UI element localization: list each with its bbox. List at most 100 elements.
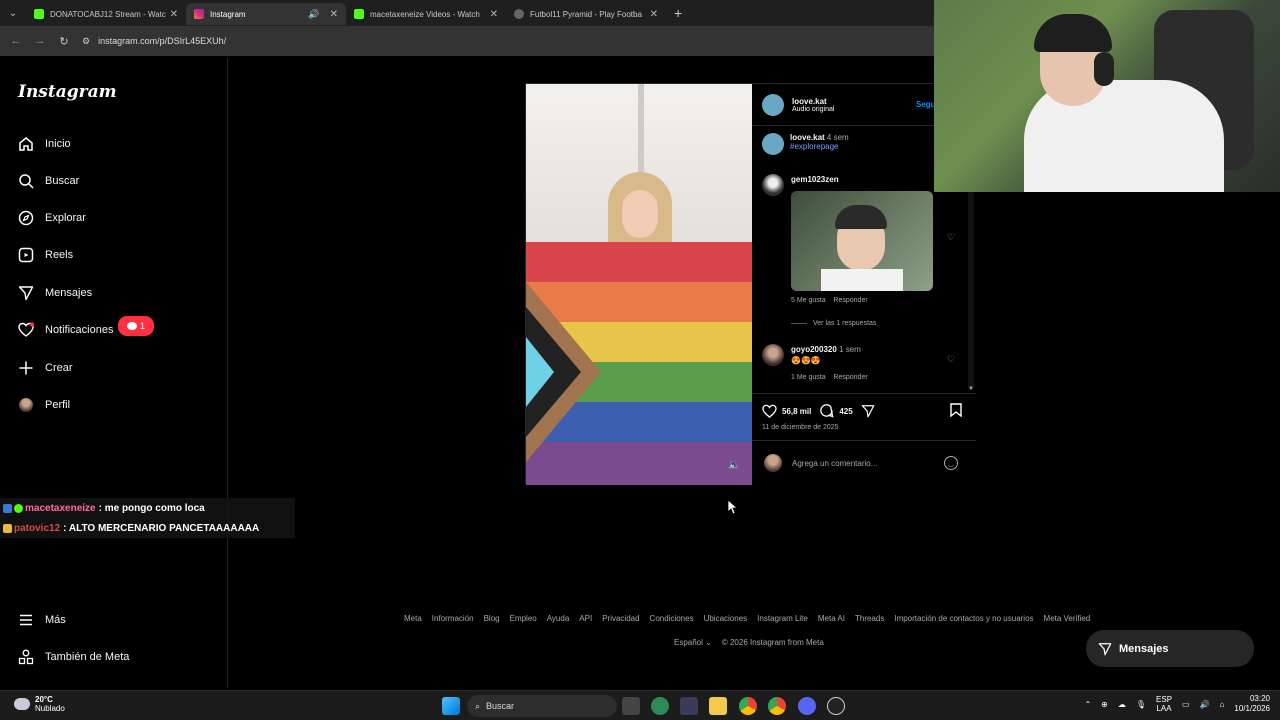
battery-icon[interactable]: ⌂	[1220, 700, 1225, 709]
network-icon[interactable]: ▭	[1182, 700, 1190, 709]
footer-link[interactable]: Ubicaciones	[704, 614, 748, 623]
tray-app-icon[interactable]: ⊕	[1101, 700, 1108, 709]
notification-badge[interactable]: 1	[118, 316, 154, 336]
commenter-avatar[interactable]	[762, 344, 784, 366]
scroll-down-icon[interactable]: ▼	[968, 386, 974, 392]
chevron-up-icon[interactable]: ⌃	[1084, 700, 1091, 709]
share-icon[interactable]	[861, 404, 875, 420]
close-icon[interactable]: ✕	[170, 9, 178, 20]
footer-link[interactable]: Importación de contactos y no usuarios	[894, 614, 1033, 623]
close-icon[interactable]: ✕	[330, 9, 338, 20]
nav-create[interactable]: Crear	[18, 357, 73, 379]
nav-explore[interactable]: Explorar	[18, 207, 86, 229]
comment-like-heart-icon[interactable]: ♡	[947, 354, 955, 365]
reply-button[interactable]: Responder	[833, 374, 867, 381]
weather-widget[interactable]: 20°C Nublado	[14, 695, 65, 713]
onedrive-icon[interactable]: ☁	[1118, 700, 1126, 709]
footer-link[interactable]: Información	[432, 614, 474, 623]
nav-notifications[interactable]: Notificaciones	[18, 319, 113, 341]
taskbar-search[interactable]: ⌕ Buscar	[467, 695, 617, 717]
audio-label[interactable]: Audio original	[792, 106, 834, 113]
comment-count[interactable]: 425	[839, 407, 852, 416]
footer-link[interactable]: Meta	[404, 614, 422, 623]
reply-button[interactable]: Responder	[833, 297, 867, 304]
speaker-icon[interactable]: 🔊	[308, 9, 319, 20]
volume-icon[interactable]: 🔊	[1200, 700, 1210, 709]
url-field[interactable]: ⚙ instagram.com/p/DSIrL45EXUh/	[82, 36, 226, 47]
post-video[interactable]: 🔈	[526, 84, 752, 485]
nav-messages[interactable]: Mensajes	[18, 282, 92, 304]
nav-search[interactable]: Buscar	[18, 170, 79, 192]
author-avatar[interactable]	[762, 133, 784, 155]
lang-layout: LAA	[1156, 704, 1172, 713]
tab-3[interactable]: Futbol11 Pyramid - Play Footba ✕	[506, 3, 666, 25]
author-name[interactable]: loove.kat	[792, 97, 834, 106]
calculator-icon[interactable]	[680, 697, 698, 715]
footer-link[interactable]: Meta AI	[818, 614, 845, 623]
clock[interactable]: 03:20 10/1/2026	[1234, 694, 1270, 714]
messages-float-button[interactable]: Mensajes	[1086, 630, 1254, 667]
instagram-icon	[194, 9, 204, 19]
bookmark-icon[interactable]	[950, 403, 962, 422]
comment-like-heart-icon[interactable]: ♡	[947, 232, 955, 243]
nav-home[interactable]: Inicio	[18, 133, 71, 155]
tab-0[interactable]: DONATOCABJ12 Stream - Watc ✕	[26, 3, 186, 25]
volume-icon[interactable]: 🔈	[728, 460, 740, 471]
microphone-icon[interactable]: 🎙	[1136, 700, 1146, 709]
new-tab-icon[interactable]: +	[674, 5, 682, 21]
footer-link[interactable]: Condiciones	[650, 614, 694, 623]
comment-username[interactable]: gem1023zen	[791, 175, 839, 184]
nav-reels[interactable]: Reels	[18, 244, 73, 266]
tab-2[interactable]: macetaxeneize Videos - Watch ✕	[346, 3, 506, 25]
chrome-icon[interactable]	[768, 697, 786, 715]
comment-likes[interactable]: 1 Me gusta	[791, 374, 826, 381]
footer-link[interactable]: Threads	[855, 614, 884, 623]
footer-link[interactable]: Empleo	[510, 614, 537, 623]
footer-link[interactable]: API	[579, 614, 592, 623]
site-info-icon[interactable]: ⚙	[82, 36, 90, 47]
windows-start-icon[interactable]	[442, 697, 460, 715]
input-language[interactable]: ESP LAA	[1156, 695, 1172, 713]
footer-link[interactable]: Instagram Lite	[757, 614, 808, 623]
view-replies[interactable]: Ver las 1 respuestas	[791, 320, 876, 327]
nav-also-meta[interactable]: También de Meta	[18, 646, 129, 668]
back-icon[interactable]: ←	[4, 35, 28, 47]
comment-likes[interactable]: 5 Me gusta	[791, 297, 826, 304]
comment-username[interactable]: goyo200320	[791, 345, 837, 354]
emoji-icon[interactable]: ‿	[944, 456, 958, 470]
follow-button[interactable]: Segu	[916, 100, 936, 109]
language-select[interactable]: Español ⌄	[674, 638, 712, 647]
nav-more[interactable]: Más	[18, 609, 66, 631]
footer-link[interactable]: Privacidad	[602, 614, 639, 623]
like-heart-icon[interactable]	[762, 404, 777, 420]
close-icon[interactable]: ✕	[650, 9, 658, 20]
user-avatar	[764, 454, 782, 472]
nav-profile[interactable]: Perfil	[18, 394, 70, 416]
footer-link[interactable]: Meta Verified	[1044, 614, 1091, 623]
footer-link[interactable]: Ayuda	[547, 614, 570, 623]
tab-1[interactable]: Instagram 🔊 ✕	[186, 3, 346, 25]
comment-bubble-icon[interactable]	[819, 403, 834, 420]
reload-icon[interactable]: ↻	[52, 35, 76, 48]
file-explorer-icon[interactable]	[709, 697, 727, 715]
comments-scrollbar[interactable]: ▼	[968, 184, 974, 392]
commenter-avatar[interactable]	[762, 174, 784, 196]
instagram-logo[interactable]: Instagram	[18, 82, 117, 102]
task-view-icon[interactable]	[622, 697, 640, 715]
forward-icon[interactable]: →	[28, 35, 52, 47]
like-count[interactable]: 56,8 mil	[782, 407, 811, 416]
app-icon[interactable]	[651, 697, 669, 715]
discord-icon[interactable]	[798, 697, 816, 715]
close-icon[interactable]: ✕	[490, 9, 498, 20]
chrome-icon[interactable]	[739, 697, 757, 715]
caption-username[interactable]: loove.kat	[790, 133, 825, 142]
comment-input[interactable]: Agrega un comentario...	[792, 459, 877, 468]
footer-link[interactable]: Blog	[484, 614, 500, 623]
hashtag-link[interactable]: #explorepage	[790, 142, 849, 151]
footer-links: Meta Información Blog Empleo Ayuda API Privaci…	[404, 614, 1090, 623]
post-actions: 56,8 mil 425	[762, 403, 875, 420]
clock-time: 03:20	[1249, 694, 1270, 703]
tab-search-icon[interactable]: ⌄	[0, 0, 26, 26]
obs-icon[interactable]	[827, 697, 845, 715]
author-avatar[interactable]	[762, 94, 784, 116]
